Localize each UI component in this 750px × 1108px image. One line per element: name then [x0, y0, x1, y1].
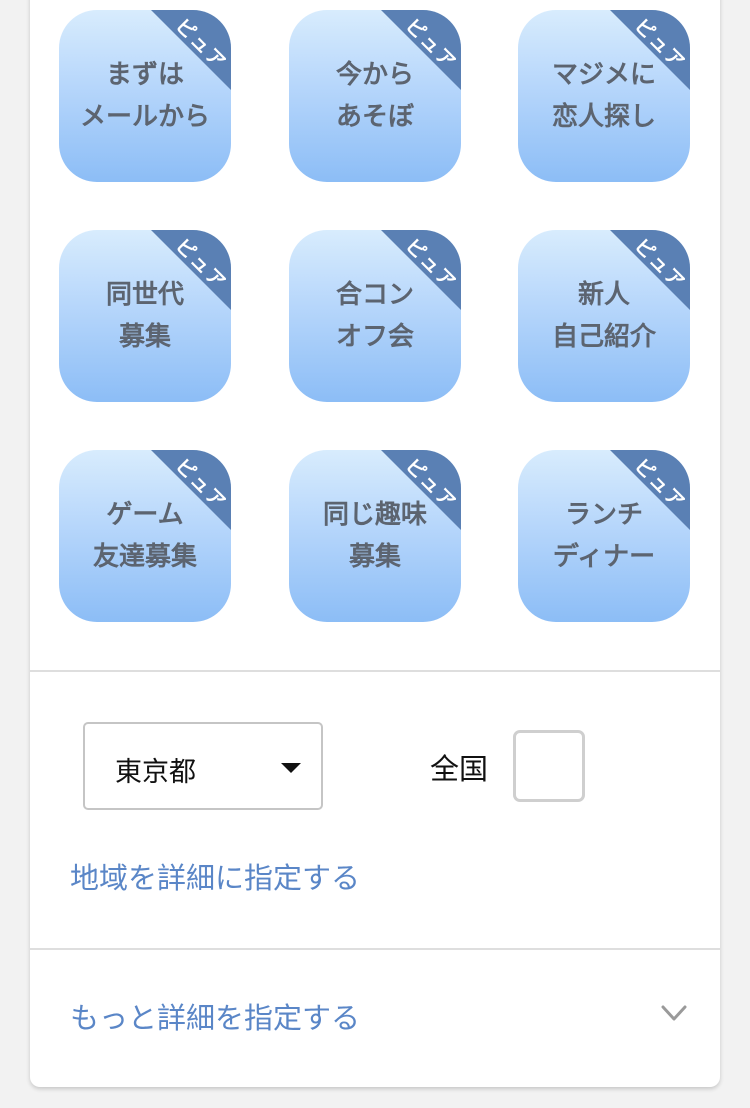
category-tile-grid: ピュア まずは メールから ピュア 今から あそぼ ピュア マジメに 恋人探し … [30, 0, 720, 670]
category-tile-label: マジメに 恋人探し [551, 60, 656, 132]
category-tile-label: ゲーム 友達募集 [92, 500, 197, 572]
search-panel: ピュア まずは メールから ピュア 今から あそぼ ピュア マジメに 恋人探し … [30, 0, 720, 1087]
section-divider [30, 670, 720, 672]
category-tile-same-hobby[interactable]: ピュア 同じ趣味 募集 [289, 450, 461, 622]
category-tile-label: 合コン オフ会 [335, 280, 414, 352]
category-tile-same-generation[interactable]: ピュア 同世代 募集 [59, 230, 231, 402]
category-tile-serious[interactable]: ピュア マジメに 恋人探し [518, 10, 690, 182]
nationwide-label: 全国 [430, 752, 489, 786]
category-tile-game-friends[interactable]: ピュア ゲーム 友達募集 [59, 450, 231, 622]
category-tile-lunch-dinner[interactable]: ピュア ランチ ディナー [518, 450, 690, 622]
category-tile-label: 同世代 募集 [105, 280, 184, 352]
chevron-down-icon[interactable] [661, 1000, 687, 1026]
prefecture-select[interactable]: 東京都 [83, 722, 323, 810]
category-tile-label: ランチ ディナー [552, 500, 656, 572]
prefecture-select-value: 東京都 [115, 757, 196, 788]
category-tile-label: 今から あそぼ [335, 60, 414, 132]
category-tile-label: まずは メールから [79, 60, 210, 132]
nationwide-checkbox[interactable] [513, 730, 585, 802]
category-tile-newcomer[interactable]: ピュア 新人 自己紹介 [518, 230, 690, 402]
category-tile-label: 新人 自己紹介 [551, 280, 656, 352]
section-divider [30, 948, 720, 950]
region-detail-link[interactable]: 地域を詳細に指定する [70, 855, 360, 897]
more-options-link[interactable]: もっと詳細を指定する [70, 995, 360, 1037]
category-tile-play-now[interactable]: ピュア 今から あそぼ [289, 10, 461, 182]
caret-down-icon [281, 763, 301, 773]
category-tile-group-meetup[interactable]: ピュア 合コン オフ会 [289, 230, 461, 402]
category-tile-mail[interactable]: ピュア まずは メールから [59, 10, 231, 182]
category-tile-label: 同じ趣味 募集 [322, 500, 427, 572]
